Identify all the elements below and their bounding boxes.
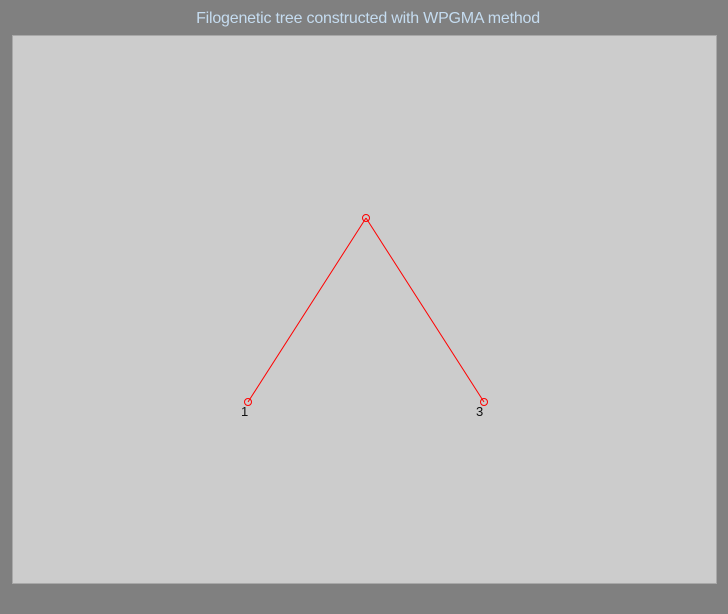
leaf-label-3: 3 [476,404,484,419]
tree-diagram [244,214,488,406]
tree-edge-root-to-leaf-3 [365,217,485,403]
tree-edge-root-to-leaf-1 [247,217,367,403]
leaf-label-1: 1 [241,404,249,419]
